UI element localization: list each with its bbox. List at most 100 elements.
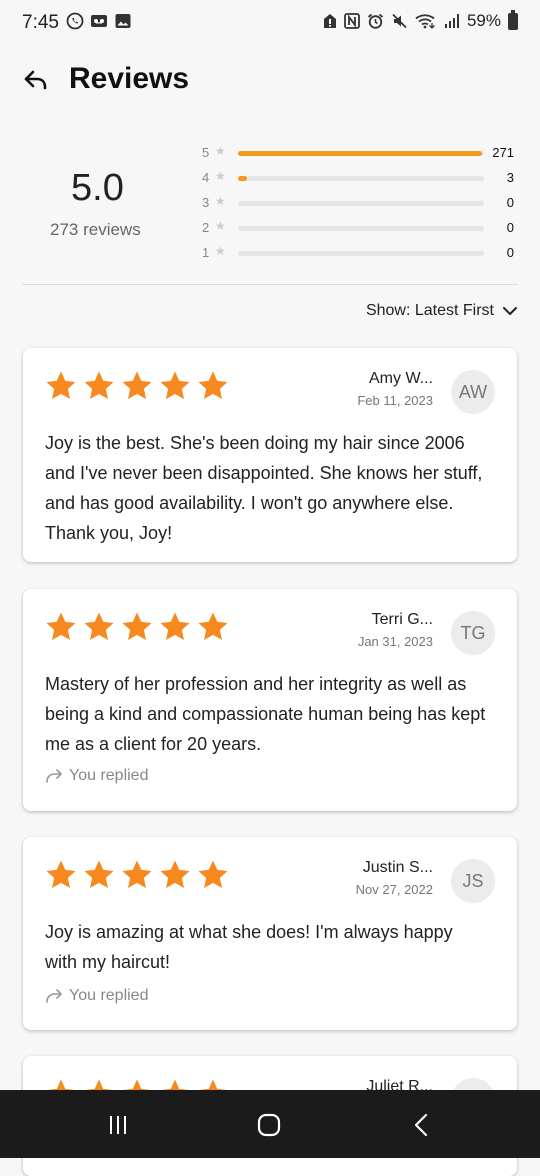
review-card[interactable]: Justin S... Nov 27, 2022 JS Joy is amazing …	[23, 837, 517, 1030]
back-arrow-icon	[24, 70, 47, 90]
avatar: JS	[451, 859, 495, 903]
recents-button[interactable]	[101, 1108, 135, 1142]
star-icon	[84, 371, 114, 399]
review-card[interactable]: Amy W... Feb 11, 2023 AW Joy is the best. S…	[23, 348, 517, 562]
distribution-count: 0	[506, 245, 514, 260]
distribution-row: 4 ★ 3	[202, 166, 522, 188]
star-icon	[122, 371, 152, 399]
status-left-icons	[66, 12, 132, 30]
sort-dropdown[interactable]: Show: Latest First	[366, 302, 518, 320]
star-level-icon: ★	[215, 219, 226, 233]
star-level-icon: ★	[215, 194, 226, 208]
avatar: TG	[451, 611, 495, 655]
star-icon	[84, 612, 114, 640]
star-level: 3	[202, 195, 210, 210]
status-right: 59%	[323, 9, 518, 31]
status-time: 7:45	[22, 12, 59, 33]
star-icon	[122, 612, 152, 640]
battery-icon	[508, 9, 518, 30]
star-level-icon: ★	[215, 169, 226, 183]
back-button[interactable]	[20, 66, 52, 94]
star-level: 5	[202, 145, 210, 160]
signal-icon	[444, 14, 459, 28]
divider	[22, 284, 518, 285]
star-icon	[46, 612, 76, 640]
chevron-down-icon	[503, 307, 517, 315]
review-text: Mastery of her profession and her integr…	[45, 674, 486, 754]
header: Reviews	[0, 56, 540, 106]
system-nav-bar	[0, 1090, 540, 1158]
reviewer-info: Amy W... Feb 11, 2023	[357, 370, 433, 408]
distribution-bar	[238, 226, 484, 231]
recents-icon	[110, 1116, 126, 1134]
distribution-count: 0	[506, 195, 514, 210]
review-date: Jan 31, 2023	[357, 634, 433, 649]
star-icon	[160, 371, 190, 399]
home-alert-icon	[323, 14, 336, 28]
star-level-icon: ★	[215, 244, 226, 258]
review-count: 273 reviews	[50, 220, 141, 239]
distribution-count: 0	[506, 220, 514, 235]
status-bar: 7:45 59%	[0, 0, 540, 46]
sort-label: Show: Latest First	[365, 302, 494, 319]
star-level: 2	[202, 220, 210, 235]
distribution-row: 1 ★ 0	[202, 241, 522, 263]
distribution-row: 2 ★ 0	[202, 216, 522, 238]
reviewer-name: Justin S...	[362, 859, 433, 876]
page-title: Reviews	[69, 62, 190, 95]
distribution-bar	[238, 251, 484, 256]
distribution-bar-fill	[238, 151, 483, 156]
whatsapp-icon	[66, 12, 84, 30]
distribution-count: 3	[506, 170, 514, 185]
rating-summary: 5.0 273 reviews 5 ★ 271 4 ★ 3 3 ★ 0 2 ★ 0 1 ★ 0	[0, 138, 540, 278]
star-level: 4	[202, 170, 210, 185]
replied-indicator[interactable]: You replied	[45, 987, 148, 1005]
average-rating: 5.0	[71, 167, 124, 209]
star-rating	[45, 859, 229, 891]
review-text: Joy is amazing at what she does! I'm alw…	[45, 922, 453, 972]
reviewer-name: Amy W...	[369, 370, 433, 387]
star-rating	[45, 370, 229, 402]
star-icon	[46, 371, 76, 399]
alarm-icon	[367, 13, 384, 29]
gallery-icon	[115, 14, 131, 28]
review-date: Nov 27, 2022	[355, 882, 433, 897]
star-icon	[160, 860, 190, 888]
distribution-bar	[238, 176, 484, 181]
distribution-count: 271	[492, 145, 514, 160]
home-button[interactable]	[252, 1108, 286, 1142]
nav-back-icon	[414, 1113, 428, 1137]
distribution-bar-fill	[238, 176, 247, 181]
star-rating	[45, 611, 229, 643]
battery-percent: 59%	[466, 11, 501, 30]
distribution-bar	[238, 151, 484, 156]
reviewer-info: Justin S... Nov 27, 2022	[356, 859, 433, 897]
avatar: AW	[451, 370, 495, 414]
replied-indicator[interactable]: You replied	[45, 767, 148, 785]
star-icon	[198, 371, 228, 399]
star-icon	[84, 860, 114, 888]
reviewer-info: Terri G... Jan 31, 2023	[358, 611, 433, 649]
home-icon	[257, 1113, 281, 1137]
review-date: Feb 11, 2023	[357, 393, 433, 408]
distribution-row: 3 ★ 0	[202, 191, 522, 213]
wifi-icon	[415, 14, 435, 29]
star-icon	[160, 612, 190, 640]
review-card[interactable]: Terri G... Jan 31, 2023 TG Mastery of her p…	[23, 589, 517, 811]
reviewer-name: Terri G...	[371, 611, 433, 628]
voicemail-icon	[91, 15, 107, 27]
review-text: Joy is the best. She's been doing my hai…	[45, 433, 483, 543]
nav-back-button[interactable]	[404, 1108, 438, 1142]
reply-arrow-icon	[46, 989, 62, 1003]
mute-icon	[392, 13, 407, 29]
reply-arrow-icon	[46, 769, 62, 783]
distribution-row: 5 ★ 271	[202, 141, 522, 163]
distribution-bar	[238, 201, 484, 206]
nfc-icon	[344, 13, 360, 29]
star-icon	[46, 860, 76, 888]
star-level-icon: ★	[215, 144, 226, 158]
star-icon	[198, 612, 228, 640]
star-icon	[122, 860, 152, 888]
star-level: 1	[202, 245, 210, 260]
replied-label: You replied	[69, 987, 149, 1004]
